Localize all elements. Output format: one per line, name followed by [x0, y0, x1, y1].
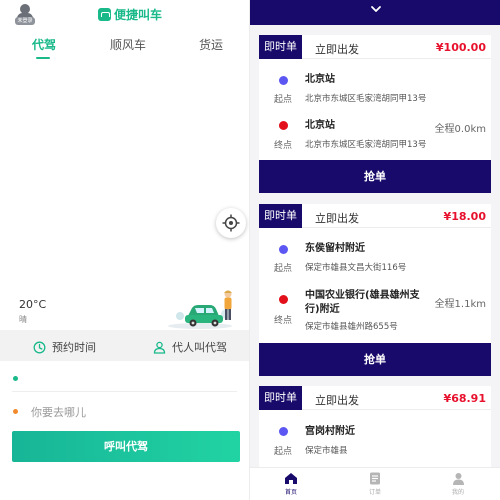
- nav-home[interactable]: 首页: [271, 472, 311, 496]
- start-address: 北京市东城区毛家湾胡同甲13号: [305, 94, 427, 104]
- booking-screen: 未登录 便捷叫车 代驾 顺风车 货运 20°C 晴 预约时间 代人叫代驾 你要去…: [0, 0, 250, 500]
- end-label: 终点: [274, 316, 293, 326]
- end-name-line1: 中国农业银行(雄县雄州支: [305, 290, 420, 301]
- end-label: 终点: [274, 141, 293, 151]
- order-header: 即时单 立即出发 ¥100.00: [259, 35, 491, 59]
- grab-order-button[interactable]: 抢单: [259, 343, 491, 376]
- order-type-badge: 即时单: [259, 204, 302, 228]
- temperature: 20°C: [19, 298, 47, 311]
- schedule-time-option[interactable]: 预约时间: [33, 339, 96, 355]
- end-address: 保定市雄县雄州路655号: [305, 322, 398, 332]
- end-name-line2: 行)附近: [305, 304, 340, 315]
- start-dot-icon: [279, 76, 288, 85]
- start-address: 保定市雄县文昌大街116号: [305, 263, 407, 273]
- start-address: 保定市雄县: [305, 446, 348, 456]
- depart-time: 立即出发: [315, 43, 359, 56]
- header: 未登录 便捷叫车: [0, 0, 249, 32]
- order-card: 即时单 立即出发 ¥68.91 起点 宫岗村附近 保定市雄县: [259, 386, 491, 476]
- depart-time: 立即出发: [315, 394, 359, 407]
- order-icon: [370, 472, 380, 485]
- bottom-navigation: 首页 订单 我的: [250, 467, 500, 500]
- orders-screen: 即时单 立即出发 ¥100.00 起点 北京站 北京市东城区毛家湾胡同甲13号 …: [250, 0, 500, 500]
- order-header: 即时单 立即出发 ¥68.91: [259, 386, 491, 410]
- schedule-time-label: 预约时间: [52, 341, 96, 354]
- car-logo-icon: [98, 7, 111, 21]
- nav-home-label: 首页: [284, 489, 297, 496]
- start-name: 宫岗村附近: [305, 426, 355, 437]
- clock-icon: [33, 341, 46, 353]
- order-price: ¥18.00: [443, 210, 486, 223]
- active-tab-indicator: [36, 57, 50, 59]
- end-dot-icon: [279, 295, 288, 304]
- book-for-others-label: 代人叫代驾: [172, 341, 227, 354]
- destination-placeholder: 你要去哪儿: [31, 406, 86, 419]
- chevron-down-icon[interactable]: [370, 4, 382, 14]
- crosshair-icon: [222, 214, 240, 232]
- locate-button[interactable]: [216, 208, 246, 238]
- tab-designated-driver[interactable]: 代驾: [32, 36, 56, 53]
- top-bar: [250, 0, 500, 25]
- login-status-tag: 未登录: [15, 17, 35, 25]
- start-label: 起点: [274, 447, 293, 457]
- end-address: 北京市东城区毛家湾胡同甲13号: [305, 140, 427, 150]
- car-driver-illustration: [168, 290, 232, 329]
- quick-options-bar: 预约时间 代人叫代驾: [0, 330, 249, 361]
- start-name: 东侯留村附近: [305, 243, 365, 254]
- nav-profile-label: 我的: [451, 489, 464, 496]
- person-icon: [153, 341, 166, 354]
- nav-orders[interactable]: 订单: [355, 472, 395, 496]
- start-label: 起点: [274, 95, 293, 105]
- order-type-badge: 即时单: [259, 386, 302, 410]
- order-card: 即时单 立即出发 ¥100.00 起点 北京站 北京市东城区毛家湾胡同甲13号 …: [259, 35, 491, 193]
- home-icon: [285, 473, 297, 484]
- end-dot-icon: [279, 121, 288, 130]
- tab-freight[interactable]: 货运: [199, 36, 223, 53]
- weather-condition: 晴: [19, 315, 27, 324]
- start-dot-icon: [279, 245, 288, 254]
- grab-order-button[interactable]: 抢单: [259, 160, 491, 193]
- destination-dot-icon: [13, 409, 18, 414]
- weather-widget: 20°C 晴: [19, 298, 46, 325]
- trip-distance: 全程0.0km: [434, 124, 486, 135]
- order-price: ¥68.91: [443, 392, 486, 405]
- start-dot-icon: [13, 376, 18, 381]
- order-card: 即时单 立即出发 ¥18.00 起点 东侯留村附近 保定市雄县文昌大街116号 …: [259, 204, 491, 376]
- start-dot-icon: [279, 427, 288, 436]
- profile-icon: [452, 473, 464, 485]
- book-for-others-option[interactable]: 代人叫代驾: [153, 339, 227, 355]
- depart-time: 立即出发: [315, 212, 359, 225]
- order-price: ¥100.00: [435, 41, 486, 54]
- start-name: 北京站: [305, 74, 335, 85]
- trip-distance: 全程1.1km: [434, 299, 486, 310]
- nav-orders-label: 订单: [368, 489, 381, 496]
- end-name: 北京站: [305, 120, 335, 131]
- nav-profile[interactable]: 我的: [438, 472, 478, 496]
- order-type-badge: 即时单: [259, 35, 302, 59]
- tab-carpool[interactable]: 顺风车: [110, 36, 146, 53]
- brand: 便捷叫车: [98, 5, 162, 23]
- avatar[interactable]: 未登录: [14, 3, 36, 25]
- start-label: 起点: [274, 264, 293, 274]
- brand-name: 便捷叫车: [114, 7, 163, 22]
- call-driver-button[interactable]: 呼叫代驾: [12, 431, 240, 462]
- order-header: 即时单 立即出发 ¥18.00: [259, 204, 491, 228]
- divider: [12, 391, 237, 392]
- start-location-field[interactable]: [0, 362, 249, 392]
